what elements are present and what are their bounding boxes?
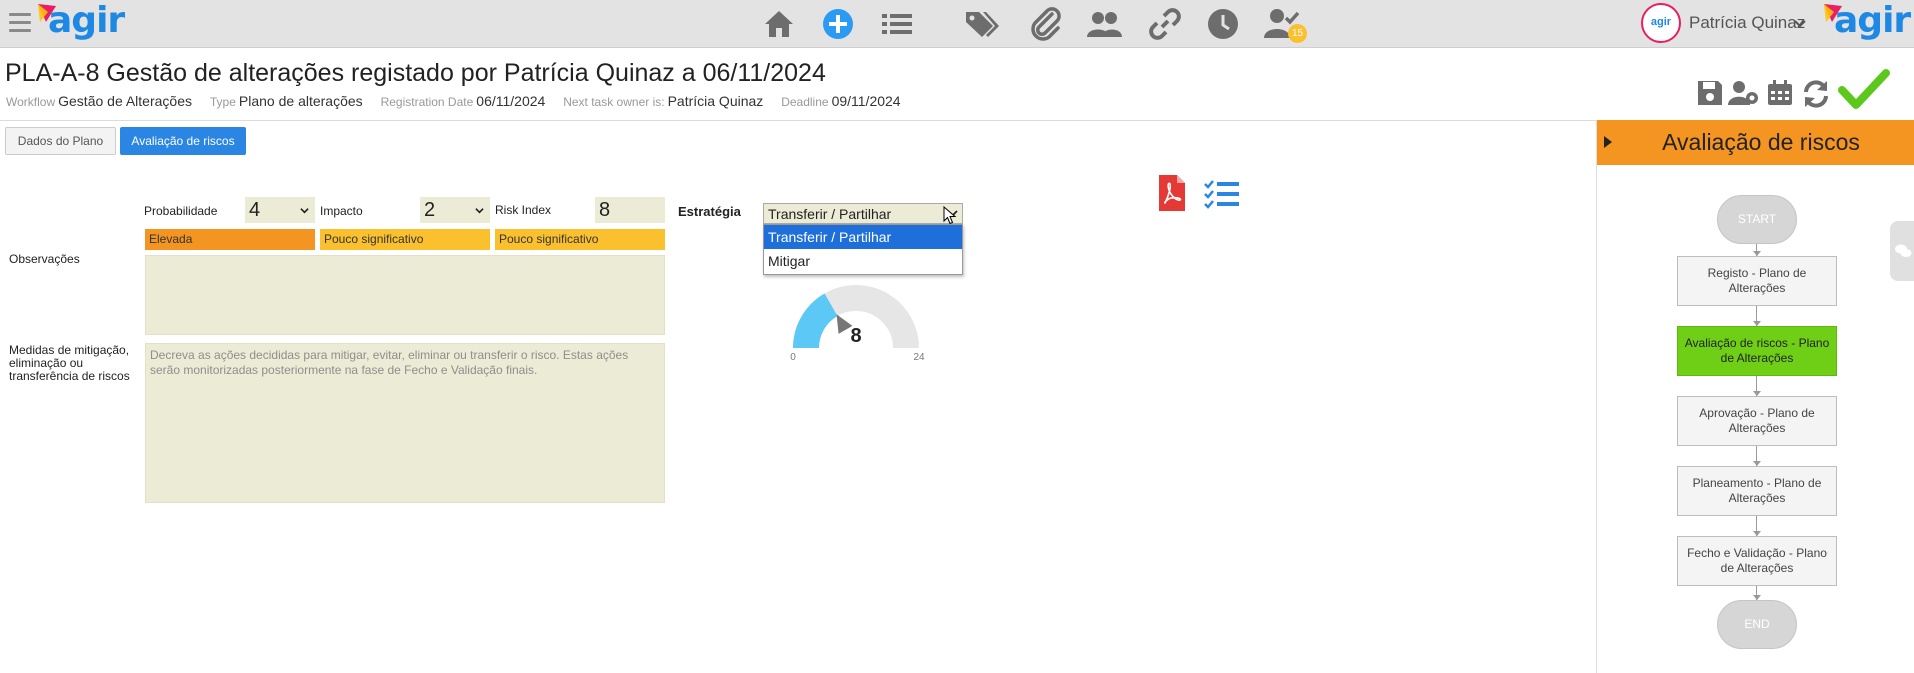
chevron-down-icon[interactable] (1794, 19, 1806, 29)
tab-dados-do-plano[interactable]: Dados do Plano (5, 127, 116, 155)
refresh-icon[interactable] (1800, 78, 1832, 110)
workflow-panel: Avaliação de riscos START Registo - Plan… (1596, 120, 1914, 673)
save-icon[interactable] (1695, 78, 1725, 108)
probabilidade-badge: Elevada (145, 229, 315, 250)
probabilidade-select[interactable]: 4 (245, 197, 315, 223)
meta-label: Workflow (6, 95, 56, 109)
probabilidade-value: 4 (249, 199, 261, 221)
probabilidade-label: Probabilidade (144, 204, 218, 218)
tags-icon[interactable] (963, 6, 999, 42)
calendar-icon[interactable] (1765, 78, 1795, 108)
notification-badge[interactable]: 15 (1288, 24, 1307, 43)
chat-side-tab[interactable] (1890, 221, 1914, 281)
home-icon[interactable] (761, 6, 797, 42)
users-icon[interactable] (1086, 6, 1122, 42)
estrategia-select[interactable]: Transferir / Partilhar (763, 203, 963, 224)
avatar[interactable]: agir (1641, 3, 1681, 43)
gauge-min-label: 0 (790, 352, 796, 363)
risk-index-badge: Pouco significativo (495, 229, 665, 250)
workflow-panel-title: Avaliação de riscos (1662, 129, 1860, 155)
top-bar: agir 15 agir Patrícia Quinaz agir (0, 0, 1914, 48)
list-icon[interactable] (879, 6, 915, 42)
meta-value: 09/11/2024 (831, 93, 901, 109)
meta-value: Gestão de Alterações (58, 93, 192, 109)
logo-text: agir (48, 0, 125, 41)
menu-icon[interactable] (9, 13, 31, 33)
meta-value: Plano de alterações (238, 93, 363, 109)
clock-icon[interactable] (1205, 6, 1241, 42)
impacto-value: 2 (424, 199, 436, 221)
chat-icon (1895, 244, 1912, 257)
mouse-cursor-icon (943, 206, 957, 225)
meta-label: Next task owner is: (563, 95, 665, 109)
link-icon[interactable] (1147, 6, 1183, 42)
logo-text-right: agir (1834, 0, 1911, 41)
paperclip-icon[interactable] (1028, 6, 1064, 42)
avatar-label: agir (1650, 16, 1672, 28)
app-logo[interactable]: agir (34, 0, 125, 46)
app-logo-right: agir (1820, 0, 1911, 46)
page-title: PLA-A-8 Gestão de alterações registado p… (5, 59, 826, 87)
flow-step-planeamento[interactable]: Planeamento - Plano de Alterações (1677, 466, 1837, 516)
tab-avaliacao-de-riscos[interactable]: Avaliação de riscos (120, 127, 246, 155)
add-circle-icon[interactable] (820, 6, 856, 42)
impacto-label: Impacto (320, 204, 363, 218)
gauge-value-label: 8 (850, 325, 861, 347)
flow-step-fecho[interactable]: Fecho e Validação - Plano de Alterações (1677, 536, 1837, 586)
chevron-down-icon (300, 208, 309, 214)
meta-label: Type (209, 95, 236, 109)
meta-value: Patrícia Quinaz (667, 93, 764, 109)
risk-gauge: 8 0 24 (790, 285, 925, 363)
users-cog-icon[interactable] (1728, 78, 1760, 108)
observacoes-label: Observações (9, 252, 80, 266)
gauge-max-label: 24 (913, 352, 925, 363)
meta-label: Deadline (781, 95, 829, 109)
workflow-panel-header[interactable]: Avaliação de riscos (1597, 120, 1914, 165)
chevron-down-icon (475, 208, 484, 214)
header-divider (0, 120, 1596, 121)
estrategia-option-mitigar[interactable]: Mitigar (764, 249, 962, 273)
record-meta: Workflow Gestão de Alterações Type Plano d… (6, 93, 915, 109)
flow-step-registo[interactable]: Registo - Plano de Alterações (1677, 256, 1837, 306)
estrategia-label: Estratégia (678, 204, 741, 219)
impacto-badge: Pouco significativo (320, 229, 490, 250)
flow-start: START (1717, 195, 1797, 244)
flow-step-avaliacao[interactable]: Avaliação de riscos - Plano de Alteraçõe… (1677, 326, 1837, 376)
flow-end: END (1717, 600, 1797, 649)
pdf-icon[interactable] (1157, 173, 1187, 213)
meta-value: 06/11/2024 (476, 93, 546, 109)
flow-step-aprovacao[interactable]: Aprovação - Plano de Alterações (1677, 396, 1837, 446)
risk-index-label: Risk Index (495, 203, 552, 217)
observacoes-input[interactable] (145, 255, 665, 335)
estrategia-value: Transferir / Partilhar (768, 206, 892, 222)
estrategia-option-transferir[interactable]: Transferir / Partilhar (764, 225, 962, 249)
estrategia-options-list: Transferir / Partilhar Mitigar (763, 224, 963, 275)
medidas-input[interactable]: Decreva as ações decididas para mitigar,… (145, 343, 665, 503)
checklist-icon[interactable] (1203, 178, 1241, 210)
impacto-select[interactable]: 2 (420, 197, 490, 223)
gauge-fill (793, 293, 839, 349)
user-name[interactable]: Patrícia Quinaz (1689, 13, 1805, 33)
risk-index-value: 8 (595, 197, 665, 223)
confirm-check-icon[interactable] (1838, 68, 1890, 112)
medidas-label: Medidas de mitigação, eliminação ou tran… (9, 343, 130, 383)
meta-label: Registration Date (380, 95, 474, 109)
